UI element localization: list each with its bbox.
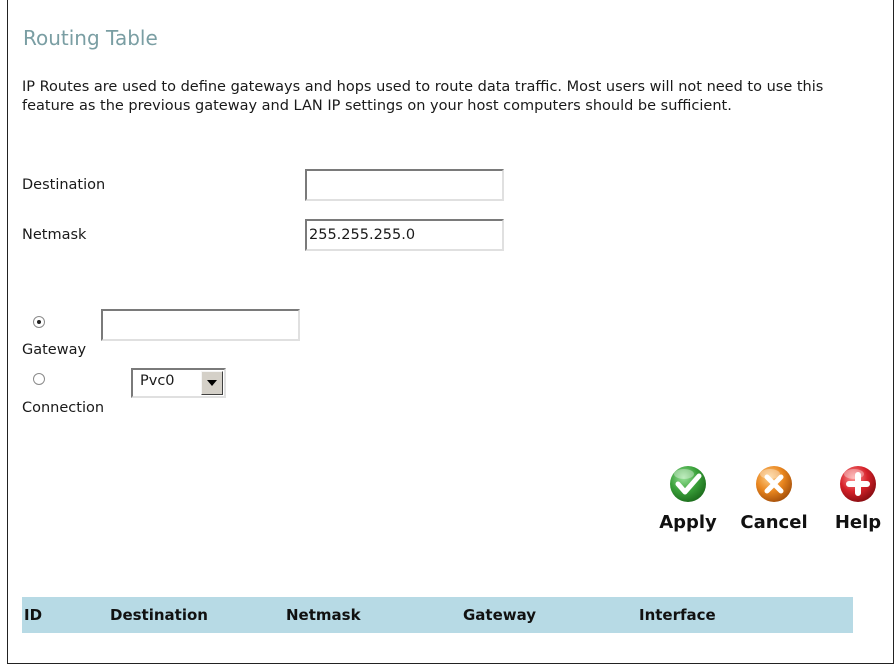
apply-label: Apply — [659, 512, 717, 533]
checkmark-icon — [670, 466, 706, 502]
netmask-label: Netmask — [22, 227, 87, 243]
radio-selected-dot — [37, 320, 41, 324]
connection-select[interactable]: Pvc0 — [131, 368, 226, 398]
column-header-id: ID — [24, 606, 43, 624]
cancel-label: Cancel — [740, 512, 808, 533]
cancel-button[interactable]: Cancel — [738, 464, 810, 533]
destination-label: Destination — [22, 177, 106, 193]
help-button[interactable]: Help — [822, 464, 894, 533]
column-header-netmask: Netmask — [286, 606, 361, 624]
plus-icon — [840, 466, 876, 502]
help-label: Help — [834, 512, 882, 533]
column-header-gateway: Gateway — [463, 606, 537, 624]
connection-radio[interactable] — [33, 373, 45, 385]
chevron-down-icon[interactable] — [201, 371, 223, 395]
connection-select-value: Pvc0 — [140, 373, 175, 389]
netmask-input[interactable] — [305, 219, 504, 251]
routing-table-header: ID Destination Netmask Gateway Interface — [22, 597, 853, 633]
page-title: Routing Table — [23, 26, 158, 50]
column-header-destination: Destination — [110, 606, 208, 624]
close-icon — [756, 466, 792, 502]
apply-button[interactable]: Apply — [652, 464, 724, 533]
gateway-radio[interactable] — [33, 316, 45, 328]
connection-label: Connection — [22, 400, 105, 416]
gateway-label: Gateway — [22, 342, 87, 358]
gateway-input[interactable] — [101, 309, 300, 341]
page-description: IP Routes are used to define gateways an… — [22, 79, 824, 114]
column-header-interface: Interface — [639, 606, 716, 624]
destination-input[interactable] — [305, 169, 504, 201]
